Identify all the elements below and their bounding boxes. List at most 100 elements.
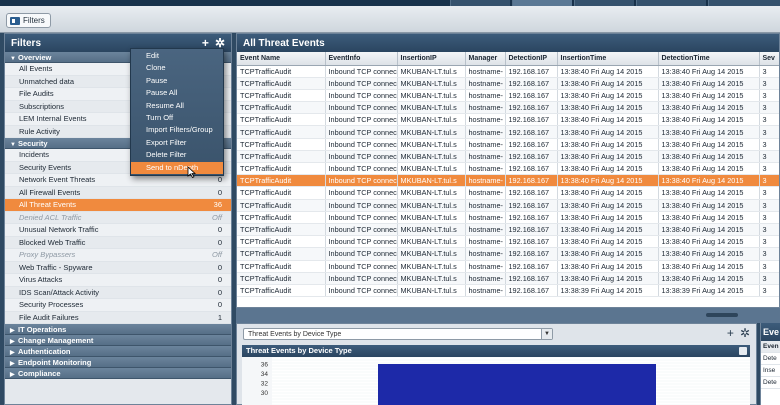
menu-item[interactable]: Edit	[131, 50, 223, 62]
table-row[interactable]: TCPTrafficAudit Inbound TCP connec MKUBAN-…	[237, 113, 779, 127]
menu-item[interactable]: Delete Filter	[131, 149, 223, 161]
menu-item[interactable]: Pause All	[131, 87, 223, 99]
chart-title: Threat Events by Device Type	[246, 346, 352, 355]
chart-bar[interactable]	[378, 364, 656, 405]
table-cell: Inbound TCP connec	[325, 199, 398, 212]
table-cell: hostname-	[465, 113, 506, 127]
table-row[interactable]: TCPTrafficAudit Inbound TCP connec MKUBAN-…	[237, 174, 779, 188]
column-header[interactable]: Event Name	[237, 52, 326, 66]
table-row[interactable]: TCPTrafficAudit Inbound TCP connec MKUBAN-…	[237, 223, 779, 237]
group-it-operations[interactable]: ▶ IT Operations	[5, 324, 231, 335]
event-details-row[interactable]: Dete	[761, 353, 780, 365]
table-cell: 13:38:40 Fri Aug 14 2015	[557, 65, 659, 78]
events-panel-title: All Threat Events	[243, 38, 325, 49]
filter-item-label: Web Traffic - Spyware	[19, 262, 93, 272]
table-cell: TCPTrafficAudit	[237, 113, 326, 127]
filter-item[interactable]: Web Traffic - Spyware 0	[5, 261, 231, 274]
menu-item[interactable]: Send to nDepth	[131, 161, 223, 174]
table-row[interactable]: TCPTrafficAudit Inbound TCP connec MKUBAN-…	[237, 125, 779, 139]
table-cell: 192.168.167	[505, 247, 558, 261]
filter-item-label: All Threat Events	[19, 200, 76, 209]
filter-item[interactable]: Proxy Bypassers Off	[5, 249, 231, 262]
menu-item[interactable]: Resume All	[131, 100, 223, 112]
table-row[interactable]: TCPTrafficAudit Inbound TCP connec MKUBAN-…	[237, 235, 779, 249]
table-cell: 3	[759, 113, 779, 127]
table-row[interactable]: TCPTrafficAudit Inbound TCP connec MKUBAN-…	[237, 138, 779, 151]
table-cell: MKUBAN-LT.tul.s	[397, 138, 466, 151]
widget-select-value: Threat Events by Device Type	[248, 331, 342, 338]
table-cell: Inbound TCP connec	[325, 235, 398, 249]
filter-item[interactable]: All Threat Events 36	[5, 199, 231, 212]
menu-item[interactable]: Import Filters/Group	[131, 124, 223, 136]
menu-item[interactable]: Export Filter	[131, 137, 223, 149]
table-cell: Inbound TCP connec	[325, 101, 398, 115]
table-row[interactable]: TCPTrafficAudit Inbound TCP connec MKUBAN-…	[237, 101, 779, 115]
filter-item[interactable]: Virus Attacks 0	[5, 274, 231, 287]
table-row[interactable]: TCPTrafficAudit Inbound TCP connec MKUBAN-…	[237, 284, 779, 298]
filter-item[interactable]: File Audit Failures 1	[5, 311, 231, 324]
events-table: Event Name EventInfo InsertionIP Manager Det…	[237, 52, 779, 298]
event-details-row[interactable]: Dete	[761, 377, 780, 389]
table-row[interactable]: TCPTrafficAudit Inbound TCP connec MKUBAN-…	[237, 89, 779, 103]
table-cell: 13:38:40 Fri Aug 14 2015	[557, 174, 659, 188]
group-security-label: Security	[18, 139, 48, 148]
chevron-down-icon[interactable]: ▼	[541, 329, 552, 339]
group-compliance[interactable]: ▶ Compliance	[5, 368, 231, 379]
filter-item-count: 0	[217, 262, 222, 272]
event-details-panel: Eve Even Dete Inse Dete	[760, 323, 780, 405]
table-cell: Inbound TCP connec	[325, 162, 398, 176]
table-row[interactable]: TCPTrafficAudit Inbound TCP connec MKUBAN-…	[237, 272, 779, 285]
widget-select[interactable]: Threat Events by Device Type ▼	[243, 328, 553, 340]
filter-item[interactable]: Security Processes 0	[5, 299, 231, 312]
column-header[interactable]: DetectionTime	[658, 52, 760, 66]
splitter-grip[interactable]	[706, 313, 738, 317]
filter-item[interactable]: IDS Scan/Attack Activity 0	[5, 286, 231, 299]
column-header[interactable]: InsertionTime	[557, 52, 659, 66]
menu-item[interactable]: Turn Off	[131, 112, 223, 124]
table-row[interactable]: TCPTrafficAudit Inbound TCP connec MKUBAN-…	[237, 199, 779, 212]
table-cell: 13:38:40 Fri Aug 14 2015	[658, 138, 760, 151]
table-cell: 13:38:40 Fri Aug 14 2015	[557, 113, 659, 127]
column-header[interactable]: InsertionIP	[397, 52, 466, 66]
add-icon[interactable]: +	[727, 326, 734, 340]
table-cell: hostname-	[465, 186, 506, 200]
table-cell: MKUBAN-LT.tul.s	[397, 101, 466, 115]
table-cell: hostname-	[465, 247, 506, 261]
chart-area: 36 34 32 30	[242, 357, 750, 405]
event-details-row[interactable]: Inse	[761, 365, 780, 377]
menu-item[interactable]: Clone	[131, 62, 223, 74]
column-header[interactable]: Manager	[465, 52, 506, 66]
column-header[interactable]: DetectionIP	[505, 52, 558, 66]
panel-splitter[interactable]	[236, 308, 780, 323]
menu-item[interactable]: Pause	[131, 75, 223, 87]
table-cell: 13:38:40 Fri Aug 14 2015	[658, 235, 760, 249]
column-header[interactable]: EventInfo	[325, 52, 398, 66]
table-cell: Inbound TCP connec	[325, 150, 398, 164]
table-cell: 13:38:39 Fri Aug 14 2015	[557, 284, 659, 298]
group-endpoint-monitoring[interactable]: ▶ Endpoint Monitoring	[5, 357, 231, 368]
table-row[interactable]: TCPTrafficAudit Inbound TCP connec MKUBAN-…	[237, 186, 779, 200]
filter-item[interactable]: Blocked Web Traffic 0	[5, 236, 231, 249]
table-row[interactable]: TCPTrafficAudit Inbound TCP connec MKUBAN-…	[237, 247, 779, 261]
table-row[interactable]: TCPTrafficAudit Inbound TCP connec MKUBAN-…	[237, 77, 779, 90]
chart-options-icon[interactable]	[739, 347, 747, 355]
table-cell: 3	[759, 199, 779, 212]
group-change-management[interactable]: ▶ Change Management	[5, 335, 231, 346]
filter-item[interactable]: Unusual Network Traffic 0	[5, 224, 231, 237]
table-row[interactable]: TCPTrafficAudit Inbound TCP connec MKUBAN-…	[237, 211, 779, 224]
table-row[interactable]: TCPTrafficAudit Inbound TCP connec MKUBAN-…	[237, 65, 779, 78]
table-cell: Inbound TCP connec	[325, 284, 398, 298]
filter-item[interactable]: All Firewall Events 0	[5, 186, 231, 199]
gear-icon[interactable]: ✲	[740, 326, 750, 340]
table-row[interactable]: TCPTrafficAudit Inbound TCP connec MKUBAN-…	[237, 150, 779, 164]
filter-item[interactable]: Denied ACL Traffic Off	[5, 211, 231, 224]
group-authentication[interactable]: ▶ Authentication	[5, 346, 231, 357]
table-row[interactable]: TCPTrafficAudit Inbound TCP connec MKUBAN-…	[237, 162, 779, 176]
table-cell: 192.168.167	[505, 199, 558, 212]
filter-item-label: Subscriptions	[19, 101, 65, 111]
filters-tab-button[interactable]: Filters	[6, 13, 51, 28]
column-header[interactable]: Sev	[759, 52, 779, 66]
table-row[interactable]: TCPTrafficAudit Inbound TCP connec MKUBAN-…	[237, 260, 779, 273]
group-endpoint-monitoring-label: Endpoint Monitoring	[18, 358, 92, 367]
y-tick-label: 32	[261, 381, 269, 388]
